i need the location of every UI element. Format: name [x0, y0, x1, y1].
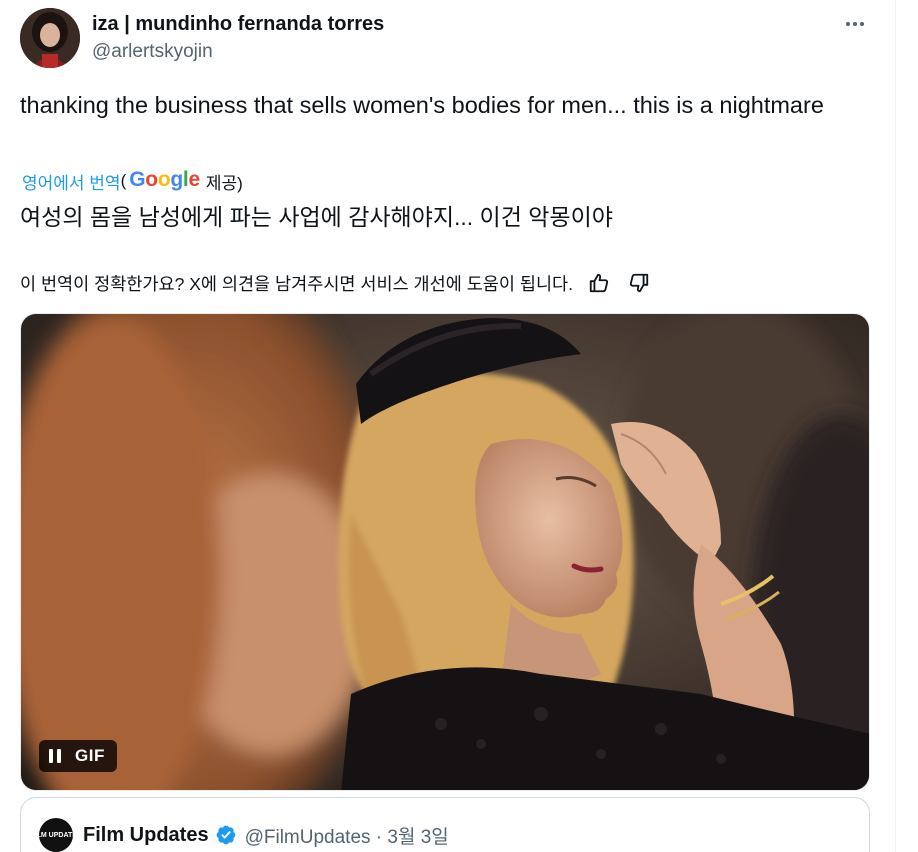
gif-label: GIF: [75, 746, 105, 765]
verified-badge-icon: [215, 824, 237, 846]
pause-button[interactable]: [49, 749, 61, 763]
quoted-avatar[interactable]: FILM UPDATES: [39, 818, 73, 852]
thumbs-up-button[interactable]: [585, 269, 613, 297]
translation-attribution: 영어에서 번역 ( Google 제공): [22, 166, 243, 196]
provider-suffix: 제공): [205, 173, 243, 193]
user-meta: iza | mundinho fernanda torres @arlertsk…: [92, 12, 384, 65]
quoted-display-name[interactable]: Film Updates: [83, 824, 209, 847]
quoted-handle-date[interactable]: @FilmUpdates · 3월 3일: [245, 822, 449, 849]
translated-from-link[interactable]: 영어에서 번역: [22, 169, 121, 194]
gif-frame-image: [21, 314, 869, 790]
google-logo: Google: [129, 168, 200, 191]
more-options-button[interactable]: [840, 14, 870, 34]
quoted-tweet[interactable]: FILM UPDATES Film Updates @FilmUpdates ·…: [20, 797, 870, 852]
quoted-tweet-header: FILM UPDATES Film Updates @FilmUpdates ·…: [39, 818, 449, 852]
thumbs-down-button[interactable]: [625, 269, 653, 297]
thumbs-up-icon: [589, 273, 609, 293]
tweet-text: thanking the business that sells women's…: [20, 92, 824, 118]
user-handle[interactable]: @arlertskyojin: [92, 39, 384, 65]
gif-badge: GIF: [39, 740, 117, 772]
more-dots-icon: [846, 22, 850, 26]
pause-icon: [49, 749, 53, 763]
translated-text: 여성의 몸을 남성에게 파는 사업에 감사해야지... 이건 악몽이야: [20, 204, 613, 230]
paren-open: (: [120, 171, 127, 190]
tweet-header: iza | mundinho fernanda torres @arlertsk…: [20, 8, 870, 68]
column-divider: [895, 0, 896, 852]
display-name[interactable]: iza | mundinho fernanda torres: [92, 12, 384, 36]
thumbs-down-icon: [629, 273, 649, 293]
avatar[interactable]: [20, 8, 80, 68]
translation-feedback: 이 번역이 정확한가요? X에 의견을 남겨주시면 서비스 개선에 도움이 됩니…: [20, 268, 653, 298]
feedback-prompt: 이 번역이 정확한가요? X에 의견을 남겨주시면 서비스 개선에 도움이 됩니…: [20, 273, 574, 294]
gif-media[interactable]: GIF: [20, 313, 870, 791]
